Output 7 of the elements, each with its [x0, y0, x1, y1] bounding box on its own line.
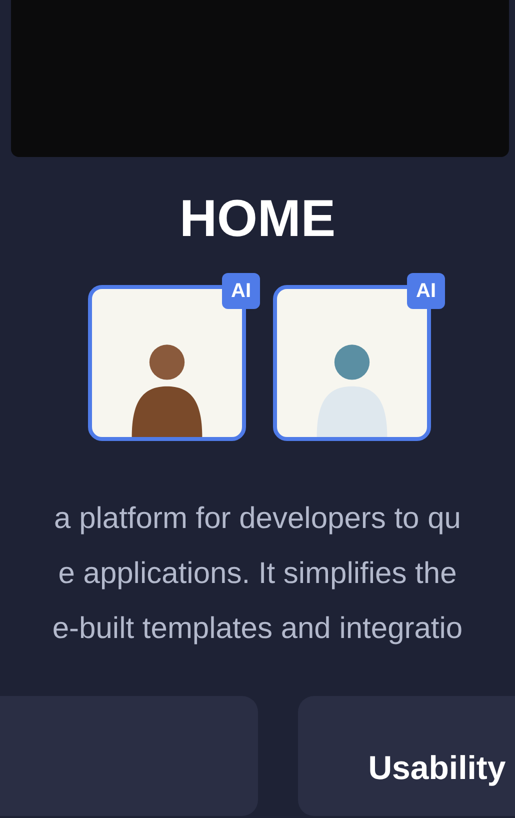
card-title: Usability — [368, 748, 506, 788]
ai-badge: AI — [222, 273, 260, 309]
description-text: e applications. It simplifies the — [58, 556, 457, 592]
ai-badge: AI — [407, 273, 445, 309]
description-text: e-built templates and integratio — [52, 611, 463, 647]
description-text: a platform for developers to qu — [54, 501, 461, 537]
page-title: HOME — [180, 191, 336, 247]
